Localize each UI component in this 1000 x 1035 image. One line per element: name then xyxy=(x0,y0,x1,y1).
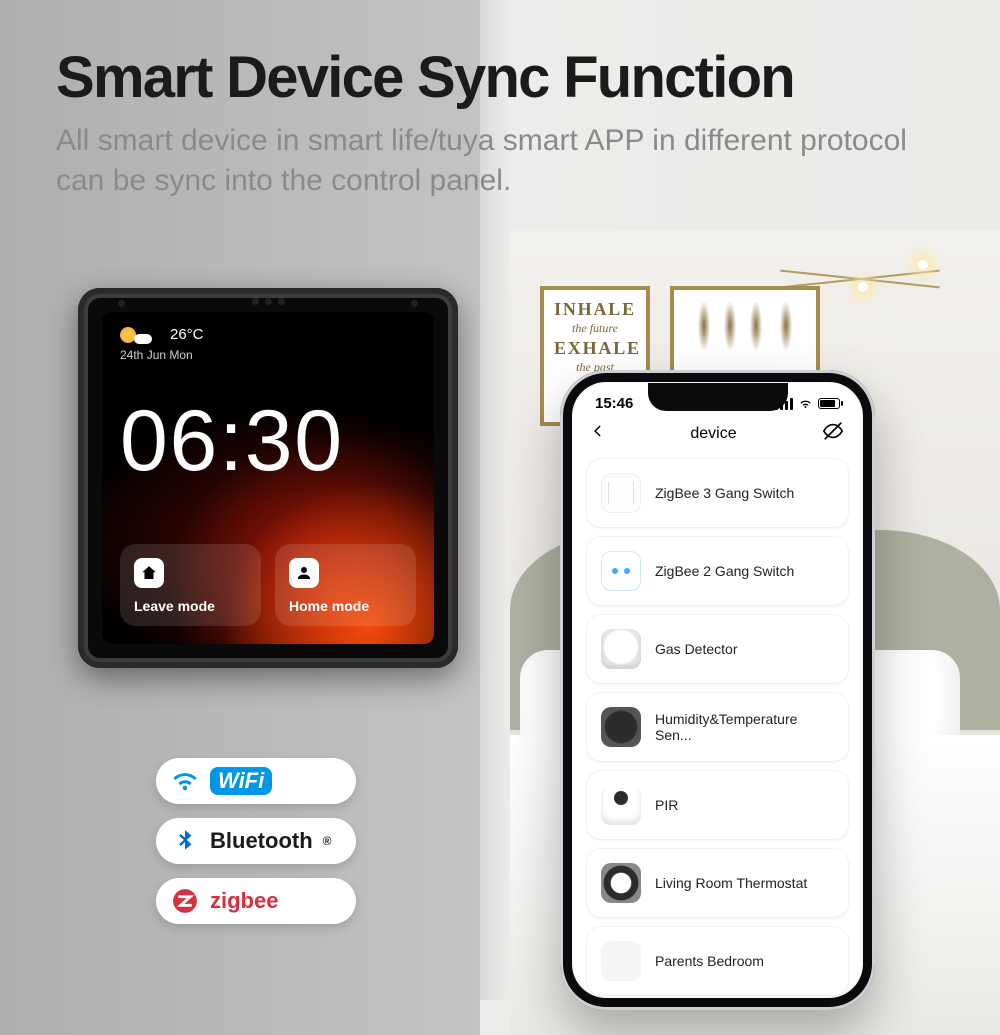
device-name: PIR xyxy=(655,797,678,813)
zigbee-label: zigbee xyxy=(210,888,278,914)
phone-notch xyxy=(648,383,788,411)
switch-icon xyxy=(601,551,641,591)
zigbee-badge: zigbee xyxy=(156,878,356,924)
date-value: 24th Jun Mon xyxy=(120,348,193,362)
wifi-icon xyxy=(798,398,813,410)
leave-mode-card[interactable]: Leave mode xyxy=(120,544,261,626)
nav-title: device xyxy=(605,425,822,443)
clock-value: 06:30 xyxy=(120,392,344,491)
wall-art-line3: EXHALE xyxy=(554,337,636,360)
status-time: 15:46 xyxy=(595,395,633,412)
house-icon xyxy=(134,558,164,588)
phone-screen[interactable]: 15:46 device ZigBee 3 Gang Switch xyxy=(573,383,862,997)
panel-screen[interactable]: 26°C 24th Jun Mon 06:30 Leave mode Home … xyxy=(102,312,434,644)
device-name: ZigBee 2 Gang Switch xyxy=(655,563,794,579)
wall-art-line2: the future xyxy=(554,321,636,337)
panel-sensor-right xyxy=(411,300,418,307)
protocol-badges: WiFi Bluetooth® zigbee xyxy=(156,758,356,924)
cloud-icon xyxy=(134,334,152,344)
sensor-icon xyxy=(601,707,641,747)
list-item[interactable]: ZigBee 3 Gang Switch xyxy=(587,459,848,527)
device-name: ZigBee 3 Gang Switch xyxy=(655,485,794,501)
visibility-toggle-icon[interactable] xyxy=(822,420,844,447)
panel-sensor-left xyxy=(118,300,125,307)
room-icon xyxy=(601,941,641,981)
pir-icon xyxy=(601,785,641,825)
bluetooth-label: Bluetooth xyxy=(210,828,313,854)
list-item[interactable]: Gas Detector xyxy=(587,615,848,683)
list-item[interactable]: Parents Bedroom xyxy=(587,927,848,995)
headline: Smart Device Sync Function All smart dev… xyxy=(56,44,944,200)
list-item[interactable]: ZigBee 2 Gang Switch xyxy=(587,537,848,605)
device-list[interactable]: ZigBee 3 Gang Switch ZigBee 2 Gang Switc… xyxy=(573,459,862,995)
device-name: Gas Detector xyxy=(655,641,737,657)
thermostat-icon xyxy=(601,863,641,903)
leave-mode-label: Leave mode xyxy=(134,598,247,614)
phone-mockup: 15:46 device ZigBee 3 Gang Switch xyxy=(560,370,875,1010)
wall-art-line1: INHALE xyxy=(554,298,636,321)
switch-icon xyxy=(601,473,641,513)
wall-control-panel[interactable]: 26°C 24th Jun Mon 06:30 Leave mode Home … xyxy=(78,288,458,668)
device-name: Humidity&Temperature Sen... xyxy=(655,711,834,743)
phone-nav-bar: device xyxy=(573,414,862,459)
home-mode-card[interactable]: Home mode xyxy=(275,544,416,626)
list-item[interactable]: Humidity&Temperature Sen... xyxy=(587,693,848,761)
detector-icon xyxy=(601,629,641,669)
weather-row: 26°C xyxy=(120,326,204,343)
list-item[interactable]: PIR xyxy=(587,771,848,839)
wifi-badge: WiFi xyxy=(156,758,356,804)
home-mode-label: Home mode xyxy=(289,598,402,614)
temperature-value: 26°C xyxy=(170,326,204,343)
zigbee-icon xyxy=(170,886,200,916)
panel-sensor-center xyxy=(248,298,288,308)
page-title: Smart Device Sync Function xyxy=(56,44,944,111)
person-icon xyxy=(289,558,319,588)
battery-icon xyxy=(818,398,840,409)
back-button[interactable] xyxy=(591,422,605,446)
wifi-label: WiFi xyxy=(210,767,272,795)
bluetooth-badge: Bluetooth® xyxy=(156,818,356,864)
list-item[interactable]: Living Room Thermostat xyxy=(587,849,848,917)
page-subtitle: All smart device in smart life/tuya smar… xyxy=(56,121,944,200)
bluetooth-icon xyxy=(170,826,200,856)
wifi-icon xyxy=(170,766,200,796)
device-name: Living Room Thermostat xyxy=(655,875,807,891)
device-name: Parents Bedroom xyxy=(655,953,764,969)
